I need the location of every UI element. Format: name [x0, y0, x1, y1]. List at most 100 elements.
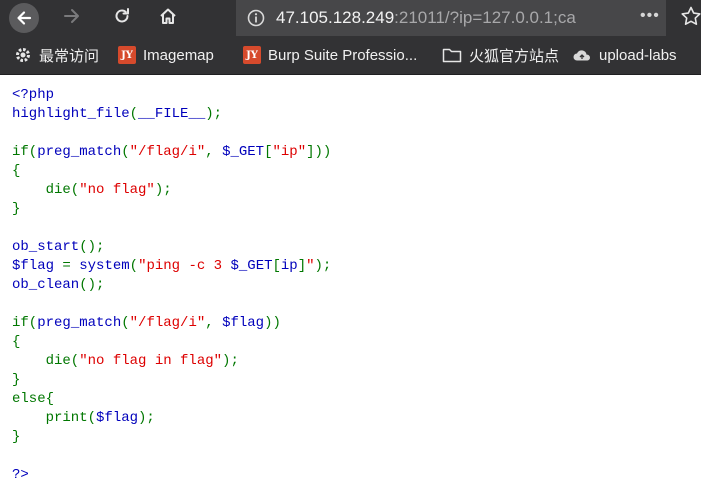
address-bar[interactable]: 47.105.128.249:21011/?ip=127.0.0.1;ca [236, 0, 666, 36]
code-token: "/flag/i" [129, 315, 206, 331]
code-token: , [205, 144, 223, 160]
bookmarks-toolbar: 最常访问 JY Imagemap JY Burp Suite Professio… [0, 36, 701, 75]
code-line: <?php [12, 86, 331, 105]
code-line: } [12, 371, 331, 390]
gear-icon [14, 46, 32, 64]
url-text[interactable]: 47.105.128.249:21011/?ip=127.0.0.1;ca [276, 8, 576, 28]
code-line: } [12, 428, 331, 447]
url-host: 47.105.128.249 [276, 8, 395, 27]
bookmark-label: 火狐官方站点 [469, 47, 560, 65]
bookmark-burp-suite[interactable]: JY Burp Suite Professio... [243, 36, 417, 74]
folder-icon [442, 47, 462, 63]
code-token: , [205, 315, 223, 331]
reload-icon [112, 6, 132, 31]
cloud-icon [572, 47, 592, 63]
code-token: else{ [12, 391, 55, 407]
code-token: system [79, 258, 130, 274]
code-token: print( [12, 410, 97, 426]
code-token: ( [129, 258, 139, 274]
jy-logo-icon: JY [243, 46, 261, 64]
bookmark-firefox-official[interactable]: 火狐官方站点 [442, 36, 559, 74]
code-line: die("no flag"); [12, 181, 331, 200]
bookmark-imagemap[interactable]: JY Imagemap [118, 36, 214, 74]
code-token: (); [79, 239, 105, 255]
code-token: = [62, 258, 80, 274]
code-token: ] [297, 258, 307, 274]
code-line: $flag = system("ping -c 3 $_GET[ip]"); [12, 257, 331, 276]
reload-button[interactable] [104, 0, 140, 36]
forward-arrow-icon [62, 6, 82, 31]
code-token: } [12, 429, 21, 445]
jy-logo-icon: JY [118, 46, 136, 64]
code-token: ); [205, 106, 223, 122]
code-line: { [12, 162, 331, 181]
url-path: :21011/?ip=127.0.0.1;ca [394, 8, 576, 27]
code-token: ?> [12, 467, 29, 483]
code-token: [ [264, 144, 273, 160]
code-token: die( [12, 353, 80, 369]
code-token: "no flag" [79, 182, 155, 198]
code-token: highlight_file [12, 106, 130, 122]
code-token: $flag [222, 315, 265, 331]
code-token: preg_match [37, 315, 122, 331]
bookmark-most-visited[interactable]: 最常访问 [14, 36, 99, 74]
code-token: } [12, 201, 21, 217]
code-line: die("no flag in flag"); [12, 352, 331, 371]
back-arrow-icon [9, 3, 39, 33]
bookmark-label: upload-labs [599, 46, 677, 64]
code-line: { [12, 333, 331, 352]
code-token: $flag [96, 410, 139, 426]
star-icon[interactable] [680, 5, 701, 34]
home-icon [158, 6, 178, 31]
code-token: ); [138, 410, 155, 426]
code-token: ( [121, 144, 130, 160]
home-button[interactable] [150, 0, 186, 36]
bookmark-label: Imagemap [143, 46, 214, 64]
bookmark-upload-labs[interactable]: upload-labs [572, 36, 677, 74]
code-token: "ping -c 3 [138, 258, 231, 274]
code-token: $_GET [230, 258, 273, 274]
browser-toolbar: 47.105.128.249:21011/?ip=127.0.0.1;ca ••… [0, 0, 701, 36]
code-token: if( [12, 315, 38, 331]
forward-button[interactable] [54, 0, 90, 36]
code-token: ])) [306, 144, 332, 160]
code-token: $flag [12, 258, 63, 274]
code-line: highlight_file(__FILE__); [12, 105, 331, 124]
code-token: )) [264, 315, 281, 331]
bookmark-label: 最常访问 [39, 47, 100, 65]
php-source-code: <?php highlight_file(__FILE__); if(preg_ma… [12, 86, 331, 485]
code-token: ); [314, 258, 332, 274]
code-token: ( [129, 106, 139, 122]
code-line: ob_start(); [12, 238, 331, 257]
code-token: __FILE__ [138, 106, 206, 122]
code-token: if( [12, 144, 38, 160]
info-icon[interactable] [246, 8, 266, 33]
code-token: die( [12, 182, 80, 198]
code-token: } [12, 372, 21, 388]
code-line: if(preg_match("/flag/i", $flag)) [12, 314, 331, 333]
code-token: "/flag/i" [129, 144, 206, 160]
code-line: ob_clean(); [12, 276, 331, 295]
code-token: [ [272, 258, 281, 274]
code-token: " [306, 258, 315, 274]
code-token: (); [79, 277, 105, 293]
code-token: "ip" [272, 144, 307, 160]
code-line: else{ [12, 390, 331, 409]
back-button[interactable] [4, 0, 44, 36]
code-token: ob_start [12, 239, 80, 255]
code-line: if(preg_match("/flag/i", $_GET["ip"])) [12, 143, 331, 162]
code-token: ob_clean [12, 277, 80, 293]
code-line: } [12, 200, 331, 219]
code-token: preg_match [37, 144, 122, 160]
page-actions-button[interactable]: ••• [640, 7, 660, 25]
bookmark-label: Burp Suite Professio... [268, 46, 418, 64]
code-token: "no flag in flag" [79, 353, 223, 369]
code-line: ?> [12, 466, 331, 485]
code-token: <?php [12, 87, 55, 103]
code-token: ( [121, 315, 130, 331]
code-token: ip [280, 258, 298, 274]
